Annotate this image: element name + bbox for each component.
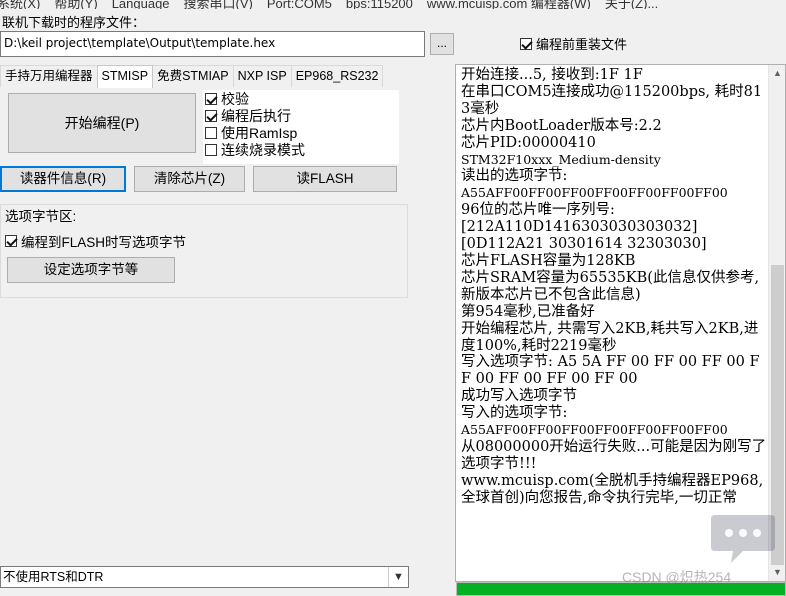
log-line: 96位的芯片唯一序列号: (461, 202, 615, 219)
menu-bar: 系统(X) 帮助(Y) Language 搜索串口(V) Port:COM5 bps:11… (0, 0, 786, 9)
log-line: 写入选项字节: A5 5A FF 00 FF 00 FF 00 FF 00 FF… (461, 354, 760, 388)
option-bytes-group: 选项字节区: 编程到FLASH时写选项字节 设定选项字节等 (0, 204, 408, 298)
chat-bubble-icon (711, 515, 775, 563)
program-file-path-input[interactable]: D:\keil project\template\Output\template… (0, 31, 425, 57)
program-options: 校验 编程后执行 使用RamIsp 连续烧录模式 (203, 90, 399, 164)
write-option-bytes-checkbox[interactable]: 编程到FLASH时写选项字节 (5, 231, 186, 251)
menu-bps[interactable]: bps:115200 (346, 0, 413, 9)
stmisp-panel: 开始编程(P) 校验 编程后执行 使用RamIsp 连续烧录模式 读器件信息(R… (0, 86, 454, 556)
reload-before-program-checkbox[interactable]: 编程前重装文件 (520, 34, 627, 53)
log-line: [212A110D1416303030303032] (461, 219, 698, 236)
set-option-bytes-button[interactable]: 设定选项字节等 (7, 257, 175, 283)
menu-port[interactable]: Port:COM5 (267, 0, 332, 9)
log-text: 开始连接...5, 接收到:1F 1F 在串口COM5连接成功@115200bps… (461, 67, 767, 507)
scroll-up-icon[interactable]: ▲ (769, 65, 785, 82)
csdn-watermark: CSDN @炽热254 (622, 569, 732, 585)
log-line: 开始编程芯片, 共需写入2KB,耗共写入2KB,进度100%,耗时2219毫秒 (461, 320, 759, 354)
log-line: 成功写入选项字节 (461, 388, 577, 405)
tab-free-stmiap[interactable]: 免费STMIAP (152, 65, 234, 87)
continuous-burn-checkbox[interactable]: 连续烧录模式 (203, 141, 399, 158)
program-progress-bar (456, 582, 786, 596)
erase-chip-button[interactable]: 清除芯片(Z) (134, 166, 245, 192)
log-line: [0D112A21 30301614 32303030] (461, 236, 707, 253)
progress-fill (457, 583, 785, 595)
rts-dtr-value: 不使用RTS和DTR (3, 570, 104, 584)
program-file-label: 联机下载时的程序文件： (2, 15, 146, 30)
log-line: STM32F10xxx_Medium-density (461, 151, 661, 167)
log-line: 芯片FLASH容量为128KB (461, 252, 636, 269)
start-program-button[interactable]: 开始编程(P) (8, 93, 196, 153)
log-line: 从08000000开始运行失败...可能是因为刚写了选项字节!!! (461, 438, 767, 472)
verify-checkbox[interactable]: 校验 (203, 90, 399, 107)
use-ramisp-checkbox-box[interactable] (205, 126, 217, 139)
tab-ep968-rs232[interactable]: EP968_RS232 (290, 65, 384, 87)
read-device-info-button[interactable]: 读器件信息(R) (0, 166, 126, 192)
menu-system[interactable]: 系统(X) (0, 0, 40, 9)
scroll-down-icon[interactable]: ▼ (769, 564, 785, 581)
rts-dtr-select[interactable]: 不使用RTS和DTR ▼ (0, 566, 409, 588)
run-after-program-checkbox[interactable]: 编程后执行 (203, 107, 399, 124)
log-line: A55AFF00FF00FF00FF00FF00FF00FF00 (461, 185, 728, 201)
tab-bar: 手持万用编程器 STMISP 免费STMIAP NXP ISP EP968_RS… (0, 65, 384, 88)
run-after-checkbox-box[interactable] (205, 109, 217, 122)
write-option-bytes-label: 编程到FLASH时写选项字节 (21, 235, 187, 250)
verify-checkbox-box[interactable] (205, 92, 217, 105)
reload-checkbox-label: 编程前重装文件 (536, 37, 628, 52)
menu-about[interactable]: 关于(Z)... (605, 0, 658, 9)
log-line: 芯片SRAM容量为65535KB(此信息仅供参考,新版本芯片已不包含此信息) (461, 269, 760, 303)
browse-button[interactable]: ... (430, 33, 454, 55)
option-bytes-title: 选项字节区: (5, 209, 77, 224)
log-line: 在串口COM5连接成功@115200bps, 耗时813毫秒 (461, 83, 763, 117)
continuous-burn-label: 连续烧录模式 (221, 141, 305, 158)
log-line: A55AFF00FF00FF00FF00FF00FF00FF00 (461, 422, 728, 438)
menu-language[interactable]: Language (112, 0, 170, 9)
log-line: 写入的选项字节: (461, 405, 568, 422)
reload-checkbox-box[interactable] (520, 37, 532, 50)
use-ramisp-checkbox[interactable]: 使用RamIsp (203, 124, 399, 141)
tab-stmisp[interactable]: STMISP (96, 65, 154, 88)
log-line: 第954毫秒,已准备好 (461, 303, 595, 320)
log-line: 读出的选项字节: (461, 168, 568, 185)
log-line: 芯片PID:00000410 (461, 134, 596, 151)
log-output[interactable]: 开始连接...5, 接收到:1F 1F 在串口COM5连接成功@115200bps… (455, 64, 786, 582)
menu-programmer[interactable]: www.mcuisp.com 编程器(W) (427, 0, 591, 9)
log-line: www.mcuisp.com(全脱机手持编程器EP968,全球首创)向您报告,命… (461, 472, 764, 506)
tab-nxp-isp[interactable]: NXP ISP (232, 65, 292, 87)
menu-help[interactable]: 帮助(Y) (54, 0, 97, 9)
read-flash-button[interactable]: 读FLASH (253, 166, 397, 192)
continuous-burn-checkbox-box[interactable] (205, 143, 217, 156)
log-line: 芯片内BootLoader版本号:2.2 (461, 117, 662, 134)
log-line: 开始连接...5, 接收到:1F 1F (461, 67, 643, 83)
tab-handheld-programmer[interactable]: 手持万用编程器 (0, 65, 98, 87)
log-scrollbar[interactable]: ▲ ▼ (768, 65, 785, 581)
menu-search-port[interactable]: 搜索串口(V) (184, 0, 253, 9)
chevron-down-icon[interactable]: ▼ (388, 567, 408, 587)
write-option-bytes-checkbox-box[interactable] (5, 235, 17, 247)
